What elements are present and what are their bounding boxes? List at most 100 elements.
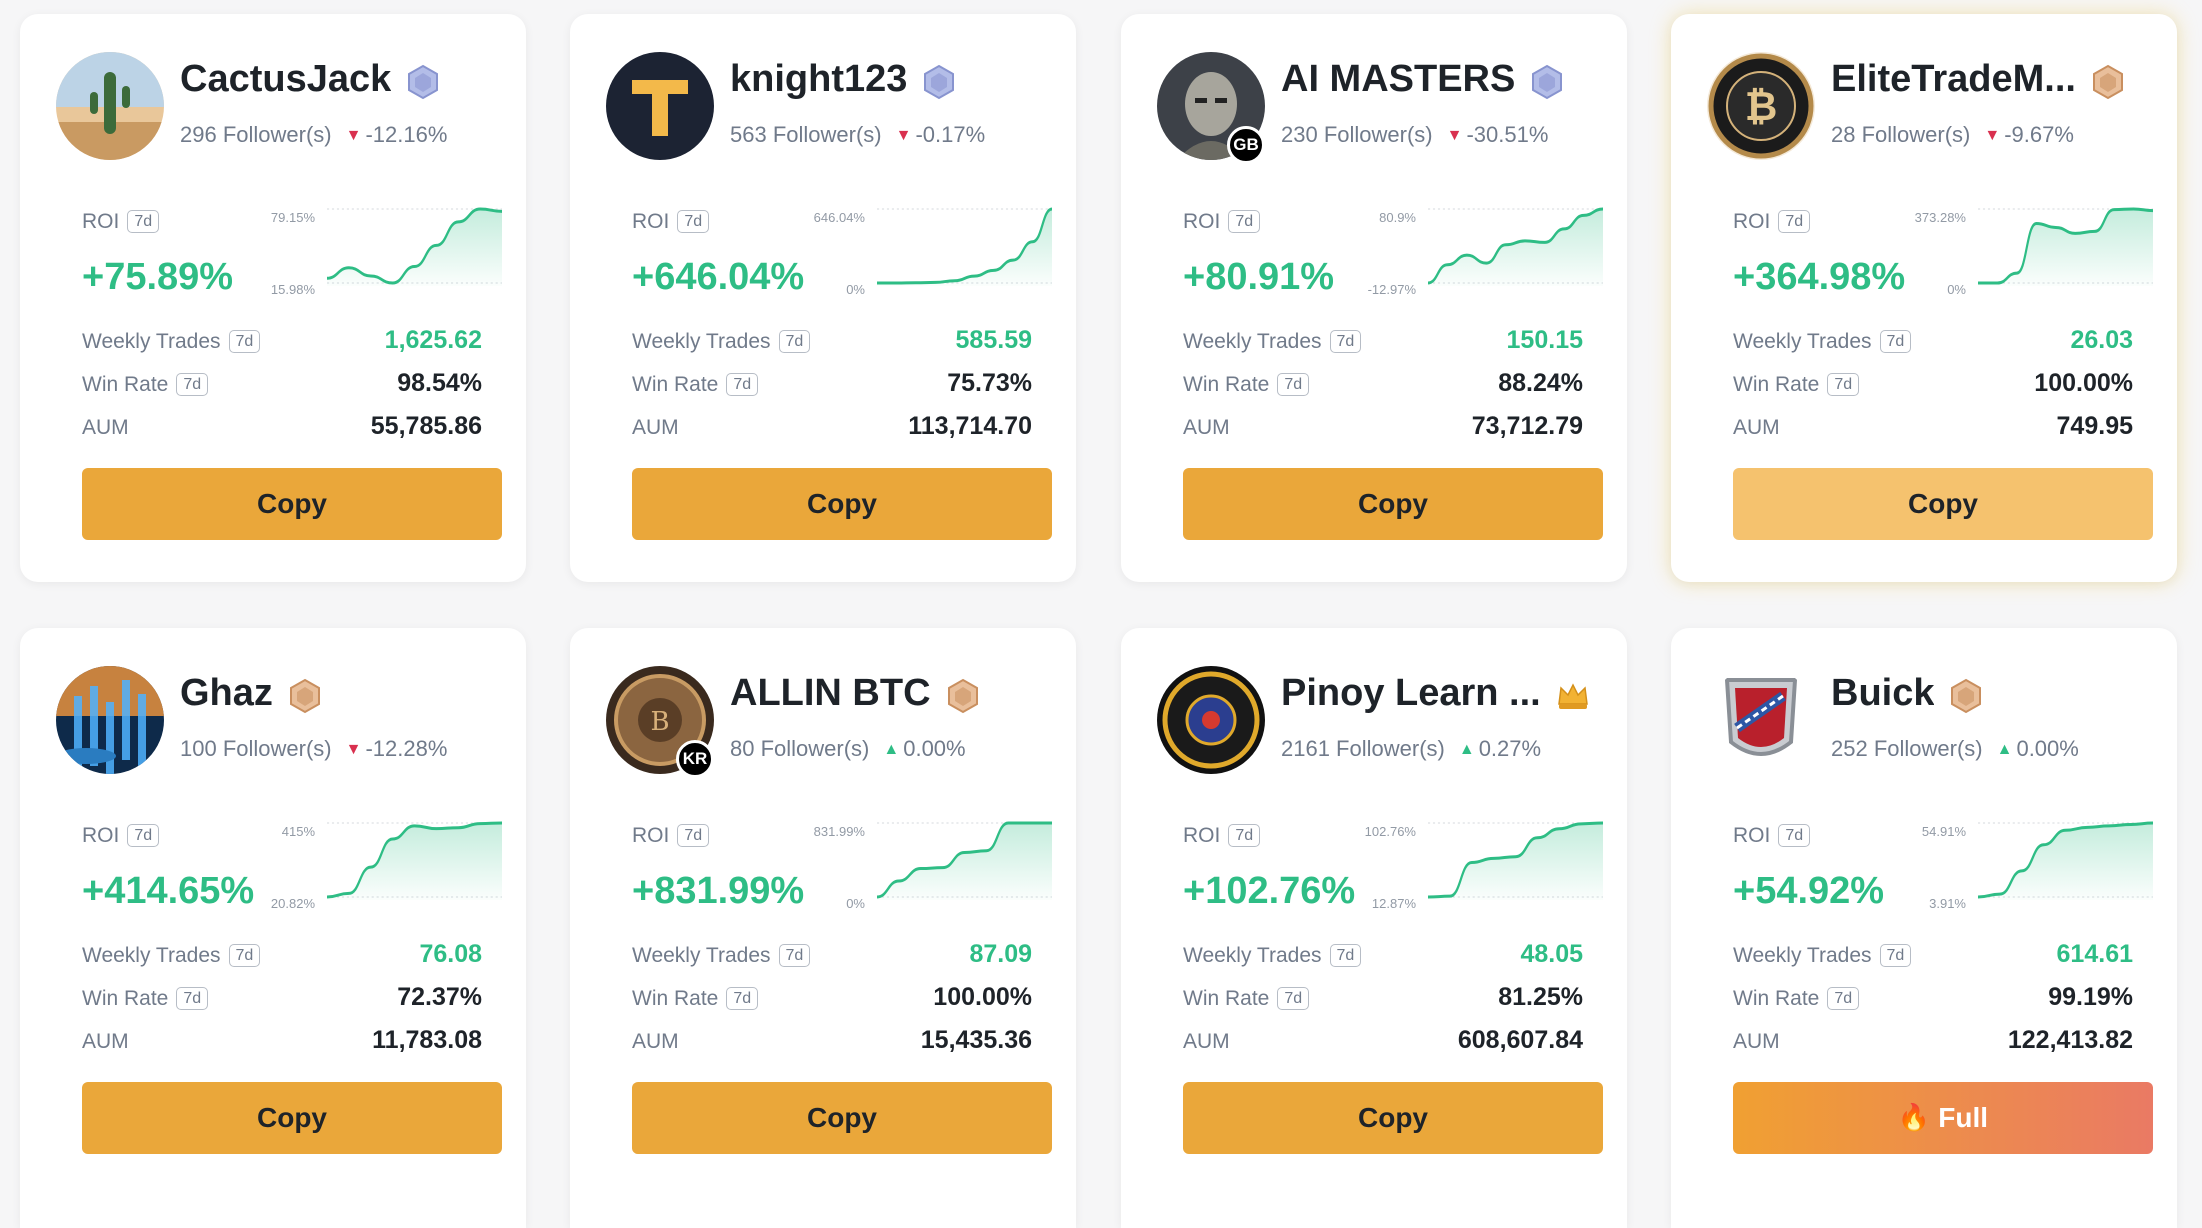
aum-row-label-text: AUM — [632, 1030, 679, 1053]
triangle-down-icon: ▼ — [1446, 127, 1463, 144]
roi-label-text: ROI — [1183, 824, 1221, 847]
roi-area-fill — [1978, 209, 2153, 286]
full-button[interactable]: 🔥 Full — [1733, 1082, 2153, 1154]
trader-header: Ghaz 100 Follower(s) ▼ -12.28% — [20, 628, 526, 778]
period-tag: 7d — [1778, 824, 1811, 847]
period-tag: 7d — [228, 330, 261, 353]
win-rate-row: Win Rate 7d 88.24% — [1121, 365, 1627, 408]
win-rate-row-label: Win Rate 7d — [1183, 373, 1310, 397]
weekly-trades-row: Weekly Trades 7d 76.08 — [20, 936, 526, 979]
aum-row: AUM 73,712.79 — [1121, 408, 1627, 451]
roi-section: ROI 7d +646.04% 646.04% 0% — [570, 164, 1076, 322]
aum-row: AUM 608,607.84 — [1121, 1022, 1627, 1065]
triangle-up-icon: ▲ — [883, 741, 900, 758]
period-tag: 7d — [726, 373, 759, 396]
win-rate-row-value: 99.19% — [2048, 983, 2133, 1011]
trader-card[interactable]: Buick 252 Follower(s) ▲ 0.00% ROI 7d +54.92% 54… — [1671, 628, 2177, 1228]
roi-value: +80.91% — [1183, 256, 1335, 298]
copy-button[interactable]: Copy — [632, 468, 1052, 540]
roi-label-text: ROI — [1733, 824, 1771, 847]
weekly-trades-row-label: Weekly Trades 7d — [1183, 330, 1362, 354]
trader-name[interactable]: Pinoy Learn ... — [1281, 672, 1541, 715]
win-rate-row: Win Rate 7d 72.37% — [20, 979, 526, 1022]
copy-button[interactable]: Copy — [1183, 468, 1603, 540]
copy-button[interactable]: Copy — [1183, 1082, 1603, 1154]
trader-card[interactable]: knight123 563 Follower(s) ▼ -0.17% ROI 7d +646… — [570, 14, 1076, 582]
cactus-avatar[interactable] — [56, 52, 164, 160]
trader-header: ₿ EliteTradeM... 28 Follower(s) ▼ -9.67% — [1671, 14, 2177, 164]
roi-area-fill — [327, 209, 502, 286]
trader-header: Buick 252 Follower(s) ▲ 0.00% — [1671, 628, 2177, 778]
follower-change: 0.27% — [1478, 736, 1542, 761]
aum-row-label-text: AUM — [1183, 416, 1230, 439]
roi-area-fill — [1978, 823, 2153, 900]
period-tag: 7d — [1879, 944, 1912, 967]
weekly-trades-row: Weekly Trades 7d 87.09 — [570, 936, 1076, 979]
letter-t-avatar[interactable] — [606, 52, 714, 160]
win-rate-row-value: 81.25% — [1498, 983, 1583, 1011]
period-tag: 7d — [176, 373, 209, 396]
bitcoin-coin-avatar[interactable]: ₿ — [1707, 52, 1815, 160]
trader-card[interactable]: Ghaz 100 Follower(s) ▼ -12.28% ROI 7d +414.65%… — [20, 628, 526, 1228]
win-rate-row-value: 100.00% — [2034, 369, 2133, 397]
copy-button[interactable]: Copy — [82, 1082, 502, 1154]
trader-header: GB AI MASTERS 230 Follower(s) ▼ -30.51% — [1121, 14, 1627, 164]
flame-icon: 🔥 — [1897, 1103, 1931, 1133]
triangle-down-icon: ▼ — [895, 127, 912, 144]
trader-name[interactable]: EliteTradeM... — [1831, 58, 2076, 101]
weekly-trades-row-label-text: Weekly Trades — [632, 330, 771, 353]
trader-name[interactable]: knight123 — [730, 58, 907, 101]
aum-row-label: AUM — [632, 1030, 679, 1054]
win-rate-row-label-text: Win Rate — [82, 987, 169, 1010]
copy-button[interactable]: Copy — [82, 468, 502, 540]
button-label: Copy — [1358, 488, 1428, 519]
weekly-trades-row-label: Weekly Trades 7d — [82, 944, 261, 968]
pinoy-emblem-avatar[interactable] — [1157, 666, 1265, 774]
buick-shield-avatar[interactable] — [1707, 666, 1815, 774]
aum-row-value: 15,435.36 — [920, 1026, 1032, 1054]
period-tag: 7d — [677, 824, 710, 847]
trader-card[interactable]: GB AI MASTERS 230 Follower(s) ▼ -30.51% ROI 7d… — [1121, 14, 1627, 582]
roi-label: ROI 7d — [1183, 210, 1261, 234]
neon-city-avatar[interactable] — [56, 666, 164, 774]
weekly-trades-row: Weekly Trades 7d 1,625.62 — [20, 322, 526, 365]
trader-card[interactable]: CactusJack 296 Follower(s) ▼ -12.16% ROI 7d +7… — [20, 14, 526, 582]
trader-card[interactable]: Pinoy Learn ... 2161 Follower(s) ▲ 0.27% ROI… — [1121, 628, 1627, 1228]
weekly-trades-row-label: Weekly Trades 7d — [82, 330, 261, 354]
copy-button[interactable]: Copy — [1733, 468, 2153, 540]
roi-value: +54.92% — [1733, 870, 1885, 912]
aum-row: AUM 15,435.36 — [570, 1022, 1076, 1065]
trader-name[interactable]: Buick — [1831, 672, 1934, 715]
win-rate-row: Win Rate 7d 100.00% — [570, 979, 1076, 1022]
weekly-trades-row-value: 76.08 — [419, 940, 482, 968]
weekly-trades-row-label-text: Weekly Trades — [82, 944, 221, 967]
follower-change: -12.28% — [365, 736, 448, 761]
gold-crown-badge-icon — [1553, 676, 1593, 716]
aum-row-label-text: AUM — [1183, 1030, 1230, 1053]
win-rate-row-label: Win Rate 7d — [82, 987, 209, 1011]
roi-area-fill — [1428, 823, 1603, 900]
follower-change: 0.00% — [2016, 736, 2079, 761]
trader-name[interactable]: AI MASTERS — [1281, 58, 1515, 101]
weekly-trades-row: Weekly Trades 7d 48.05 — [1121, 936, 1627, 979]
follower-count: 563 Follower(s) — [730, 122, 882, 147]
trader-name[interactable]: ALLIN BTC — [730, 672, 931, 715]
trader-name[interactable]: CactusJack — [180, 58, 391, 101]
copy-button[interactable]: Copy — [632, 1082, 1052, 1154]
win-rate-row-value: 88.24% — [1498, 369, 1583, 397]
follower-count: 252 Follower(s) — [1831, 736, 1983, 761]
weekly-trades-row-label: Weekly Trades 7d — [632, 330, 811, 354]
triangle-down-icon: ▼ — [345, 741, 362, 758]
follower-count: 100 Follower(s) — [180, 736, 332, 761]
aum-row-value: 113,714.70 — [908, 412, 1032, 440]
follower-count: 80 Follower(s) — [730, 736, 870, 761]
roi-label: ROI 7d — [632, 824, 710, 848]
win-rate-row-label: Win Rate 7d — [632, 373, 759, 397]
roi-sparkline — [1427, 820, 1604, 900]
trader-name[interactable]: Ghaz — [180, 672, 273, 715]
trader-card[interactable]: ₿ EliteTradeM... 28 Follower(s) ▼ -9.67% ROI 7… — [1671, 14, 2177, 582]
trader-card[interactable]: B KR ALLIN BTC 80 Follower(s) ▲ 0.00% ROI 7d +83… — [570, 628, 1076, 1228]
chart-min-label: 20.82% — [270, 896, 315, 911]
win-rate-row: Win Rate 7d 81.25% — [1121, 979, 1627, 1022]
diamond-badge-icon — [403, 62, 443, 102]
